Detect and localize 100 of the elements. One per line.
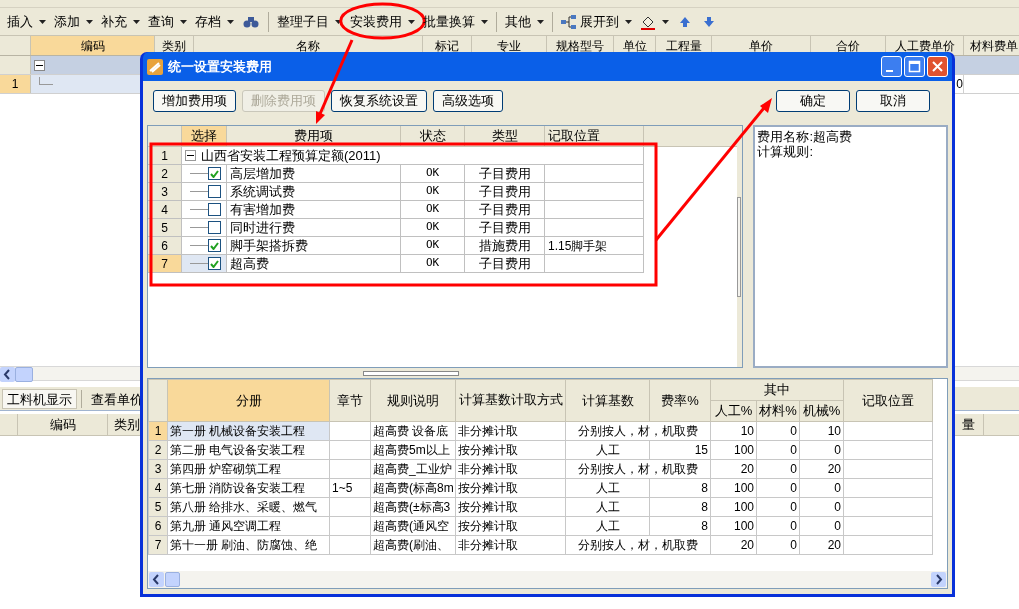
menu-button[interactable]: 查询 [145, 10, 190, 33]
toolbar-button[interactable]: 增加费用项 [153, 90, 236, 112]
column-header[interactable]: 编码 [18, 414, 108, 435]
column-header[interactable]: 计算基数 [565, 379, 650, 421]
checkbox[interactable] [208, 167, 221, 180]
table-cell: 超高费(标高8m [370, 478, 456, 497]
tab[interactable]: 工料机显示 [2, 388, 77, 409]
menu-button[interactable]: 其他 [502, 10, 547, 33]
table-cell: 1~5 [329, 478, 371, 497]
menu-button[interactable]: 存档 [192, 10, 237, 33]
table-cell-text: 1.15脚手架 [548, 237, 608, 255]
table-cell: 非分摊计取 [455, 535, 566, 554]
collapse-toggle[interactable] [185, 150, 196, 161]
table-cell: 按分摊计取 [455, 440, 566, 459]
table-cell: 分别按人，材，机取费 [565, 535, 711, 554]
column-header[interactable]: 类型 [465, 126, 545, 146]
scrollbar-thumb[interactable] [737, 196, 742, 297]
app-icon [147, 58, 163, 75]
table-cell: 第十一册 刷油、防腐蚀、绝 [167, 535, 330, 554]
toolbar-button[interactable]: 高级选项 [433, 90, 503, 112]
menu-button[interactable]: 补充 [98, 10, 143, 33]
column-header[interactable]: 状态 [401, 126, 465, 146]
table-cell: OK [401, 219, 465, 236]
table-cell: 系统调试费 [227, 183, 401, 200]
column-header[interactable]: 选择 [182, 126, 227, 146]
scrollbar-thumb[interactable] [165, 572, 180, 587]
info-text: 计算规则: [757, 144, 815, 159]
toolbar-button[interactable]: 恢复系统设置 [331, 90, 427, 112]
column-header[interactable]: 编码 [31, 36, 155, 55]
maximize-icon [908, 60, 921, 73]
table-cell: 0 [799, 516, 844, 535]
column-header[interactable]: 量 [962, 414, 984, 435]
table-cell: 20 [710, 459, 757, 478]
table-cell: OK [401, 165, 465, 182]
table-cell: 按分摊计取 [455, 516, 566, 535]
collapse-toggle[interactable] [34, 59, 45, 71]
checkbox[interactable] [208, 257, 221, 270]
menu-button[interactable]: 整理子目 [274, 10, 345, 33]
close-button[interactable] [927, 56, 948, 77]
check-icon [210, 169, 219, 178]
table-cell: 子目费用 [465, 219, 545, 236]
table-cell: 子目费用 [465, 201, 545, 218]
table-cell: 0 [799, 478, 844, 497]
column-header[interactable]: 其中 [710, 379, 844, 401]
column-header[interactable]: 分册 [167, 379, 330, 421]
column-header[interactable]: 费率% [649, 379, 711, 421]
splitter-handle[interactable] [363, 370, 459, 376]
column-header[interactable]: 计算基数计取方式 [455, 379, 566, 421]
caret-icon [408, 19, 415, 24]
table-cell: 按分摊计取 [455, 497, 566, 516]
checkbox[interactable] [208, 239, 221, 252]
table-cell: 0 [756, 516, 800, 535]
ok-button[interactable]: 确定 [776, 90, 850, 112]
caret-icon [662, 19, 669, 24]
table-cell: 10 [710, 421, 757, 440]
table-cell: 10 [799, 421, 844, 440]
info-text: 费用名称:超高费 [757, 129, 854, 144]
table-cell: 同时进行费 [227, 219, 401, 236]
column-header[interactable]: 记取位置 [843, 379, 933, 421]
table-cell: 第八册 给排水、采暖、燃气 [167, 497, 330, 516]
menu-button[interactable]: 插入 [4, 10, 49, 33]
column-header[interactable]: 材料费单 [964, 36, 1019, 55]
table-cell: 非分摊计取 [455, 459, 566, 478]
table-cell: 0 [756, 421, 800, 440]
caret-icon [227, 19, 234, 24]
table-cell: 分别按人，材，机取费 [565, 459, 711, 478]
checkbox[interactable] [208, 221, 221, 234]
table-cell: 人工 [565, 478, 650, 497]
column-header[interactable]: 章节 [329, 379, 371, 421]
table-cell: 子目费用 [465, 165, 545, 182]
minimize-button[interactable] [881, 56, 902, 77]
checkbox[interactable] [208, 185, 221, 198]
table-cell: 有害增加费 [227, 201, 401, 218]
table-cell: 分别按人，材，机取费 [565, 421, 711, 440]
column-header[interactable]: 规则说明 [370, 379, 456, 421]
table-cell: 20 [710, 535, 757, 554]
menu-button[interactable]: 添加 [51, 10, 96, 33]
table-cell: 8 [649, 497, 711, 516]
table-cell: 措施费用 [465, 237, 545, 254]
maximize-button[interactable] [904, 56, 925, 77]
caret-icon [481, 19, 488, 24]
table-cell: 超高费 [227, 255, 401, 272]
scrollbar-thumb[interactable] [15, 367, 33, 382]
cancel-button[interactable]: 取消 [856, 90, 930, 112]
table-cell: 第九册 通风空调工程 [167, 516, 330, 535]
table-cell: 脚手架搭拆费 [227, 237, 401, 254]
table-cell: 非分摊计取 [455, 421, 566, 440]
checkbox[interactable] [208, 203, 221, 216]
tab[interactable]: 查看单价 [86, 388, 148, 409]
table-cell: 按分摊计取 [455, 478, 566, 497]
table-cell: 超高费_工业炉 [370, 459, 456, 478]
table-cell: 8 [649, 478, 711, 497]
binoculars-icon [243, 14, 259, 29]
column-header[interactable]: 费用项 [227, 126, 401, 146]
row-number[interactable]: 1 [0, 75, 31, 93]
table-cell: 人工 [565, 497, 650, 516]
expand-to-button[interactable]: 展开到 [558, 10, 635, 33]
table-cell: 人工 [565, 516, 650, 535]
column-header[interactable]: 记取位置 [545, 126, 644, 146]
table-cell: 100 [710, 478, 757, 497]
